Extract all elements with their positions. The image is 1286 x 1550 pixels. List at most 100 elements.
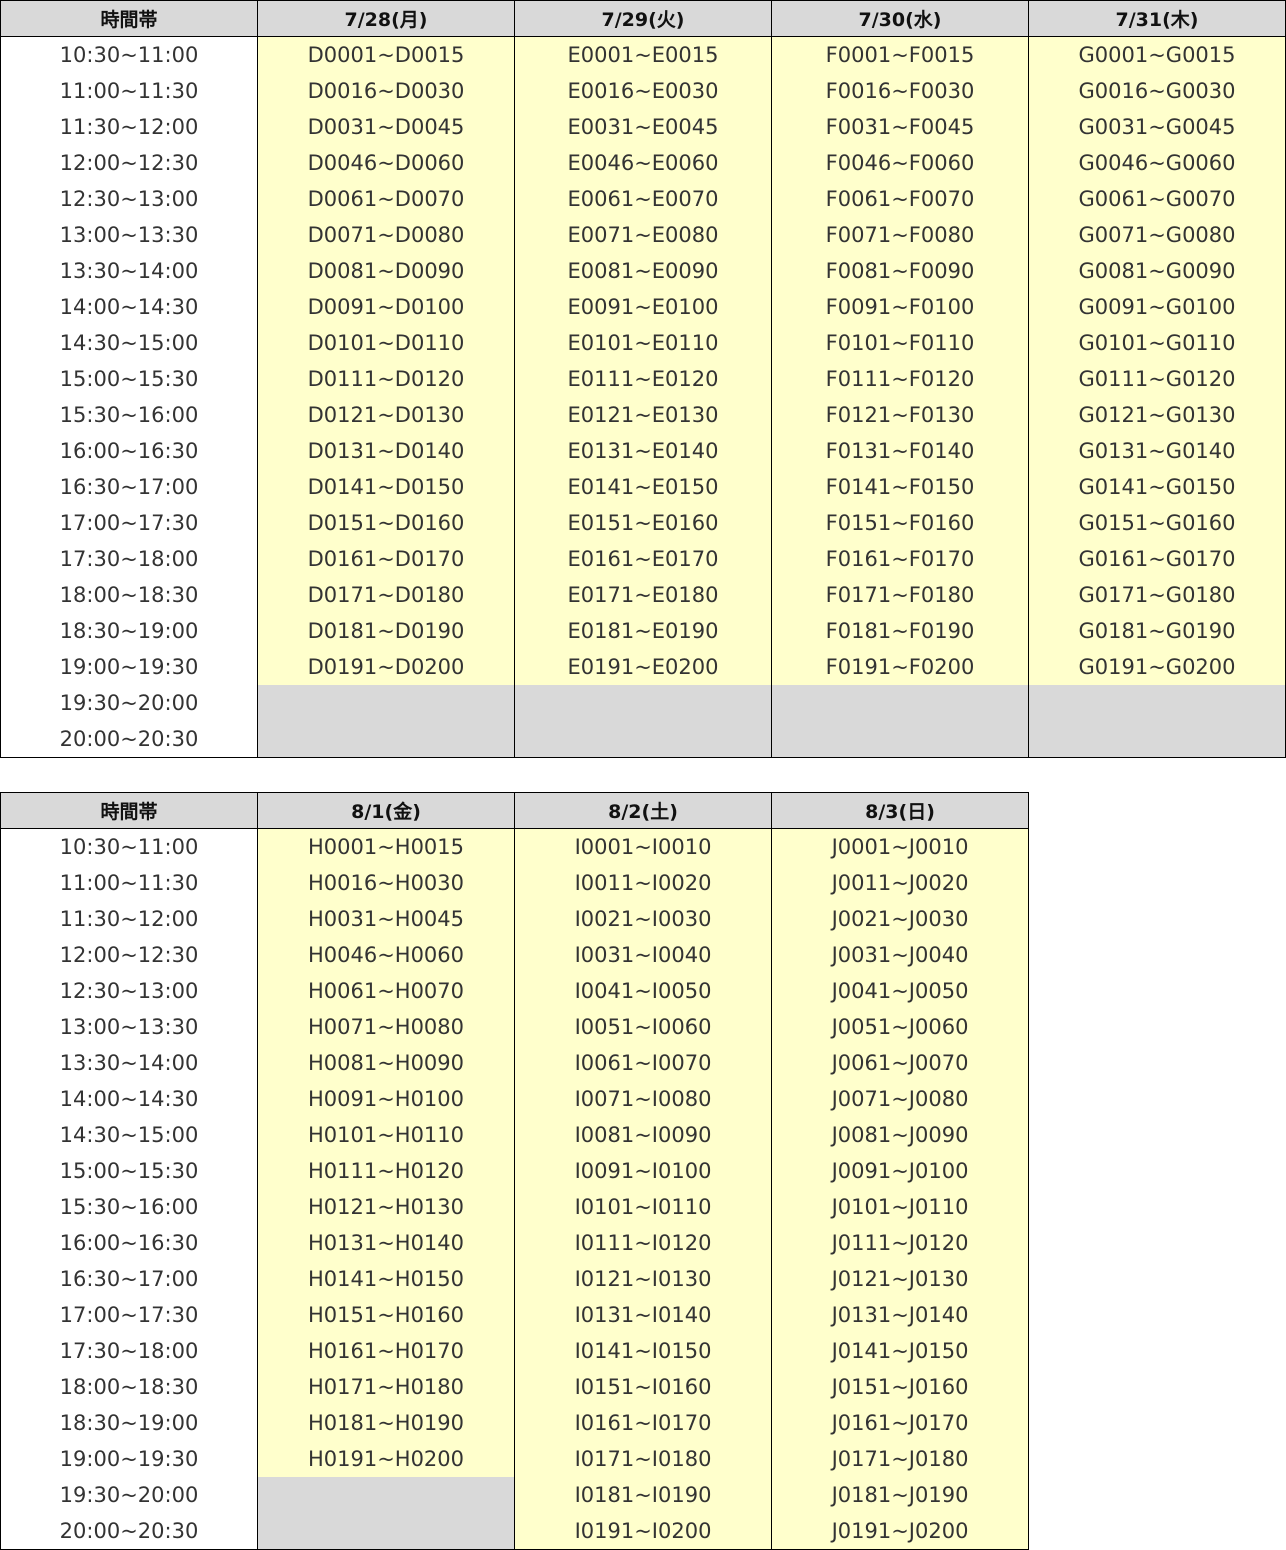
number-range-cell: F0091~F0100	[771, 289, 1029, 325]
number-range-cell: E0001~E0015	[514, 36, 772, 73]
time-slot-cell: 19:00~19:30	[0, 1441, 258, 1477]
number-range-cell: D0061~D0070	[257, 181, 515, 217]
number-range-cell: J0191~J0200	[771, 1513, 1029, 1550]
number-range-cell: F0141~F0150	[771, 469, 1029, 505]
number-range-cell: E0191~E0200	[514, 649, 772, 685]
table-row: 12:30~13:00 H0061~H0070 I0041~I0050 J0041~J…	[0, 973, 1029, 1009]
date-column-header: 7/31(木)	[1028, 0, 1286, 37]
number-range-cell: I0071~I0080	[514, 1081, 772, 1117]
number-range-cell: I0151~I0160	[514, 1369, 772, 1405]
table-row: 20:00~20:30	[0, 721, 1286, 758]
table-row: 17:30~18:00 H0161~H0170 I0141~I0150 J0141~J…	[0, 1333, 1029, 1369]
number-range-cell: F0191~F0200	[771, 649, 1029, 685]
number-range-cell: G0031~G0045	[1028, 109, 1286, 145]
number-range-cell: H0111~H0120	[257, 1153, 515, 1189]
time-slot-cell: 11:00~11:30	[0, 73, 258, 109]
number-range-cell: D0091~D0100	[257, 289, 515, 325]
date-column-header: 8/1(金)	[257, 792, 515, 829]
number-range-cell: E0121~E0130	[514, 397, 772, 433]
table-row: 13:30~14:00 H0081~H0090 I0061~I0070 J0061~J…	[0, 1045, 1029, 1081]
empty-cell	[1028, 685, 1286, 721]
table-row: 15:30~16:00 D0121~D0130 E0121~E0130 F0121~F…	[0, 397, 1286, 433]
number-range-cell: G0161~G0170	[1028, 541, 1286, 577]
number-range-cell: H0171~H0180	[257, 1369, 515, 1405]
time-slot-cell: 14:30~15:00	[0, 1117, 258, 1153]
number-range-cell: G0131~G0140	[1028, 433, 1286, 469]
number-range-cell: E0141~E0150	[514, 469, 772, 505]
number-range-cell: I0131~I0140	[514, 1297, 772, 1333]
table-row: 14:30~15:00 H0101~H0110 I0081~I0090 J0081~J…	[0, 1117, 1029, 1153]
schedule-table-week2: 時間帯 8/1(金) 8/2(土) 8/3(日) 10:30~11:00 H0001~H…	[0, 792, 1029, 1550]
time-slot-cell: 16:30~17:00	[0, 1261, 258, 1297]
table-row: 17:00~17:30 D0151~D0160 E0151~E0160 F0151~F…	[0, 505, 1286, 541]
number-range-cell: F0121~F0130	[771, 397, 1029, 433]
number-range-cell: G0181~G0190	[1028, 613, 1286, 649]
table-row: 13:00~13:30 D0071~D0080 E0071~E0080 F0071~F…	[0, 217, 1286, 253]
table-row: 18:00~18:30 D0171~D0180 E0171~E0180 F0171~F…	[0, 577, 1286, 613]
number-range-cell: D0191~D0200	[257, 649, 515, 685]
number-range-cell: H0016~H0030	[257, 865, 515, 901]
number-range-cell: F0161~F0170	[771, 541, 1029, 577]
number-range-cell: E0171~E0180	[514, 577, 772, 613]
schedule-table-week1: 時間帯 7/28(月) 7/29(火) 7/30(水) 7/31(木) 10:30~11…	[0, 0, 1286, 758]
time-slot-cell: 15:30~16:00	[0, 397, 258, 433]
number-range-cell: H0071~H0080	[257, 1009, 515, 1045]
table-row: 17:00~17:30 H0151~H0160 I0131~I0140 J0131~J…	[0, 1297, 1029, 1333]
date-column-header: 7/30(水)	[771, 0, 1029, 37]
table-row: 11:30~12:00 H0031~H0045 I0021~I0030 J0021~J…	[0, 901, 1029, 937]
table-row: 18:00~18:30 H0171~H0180 I0151~I0160 J0151~J…	[0, 1369, 1029, 1405]
time-slot-cell: 19:30~20:00	[0, 685, 258, 721]
number-range-cell: I0001~I0010	[514, 828, 772, 865]
date-column-header: 8/2(土)	[514, 792, 772, 829]
number-range-cell: J0111~J0120	[771, 1225, 1029, 1261]
number-range-cell: H0181~H0190	[257, 1405, 515, 1441]
number-range-cell: J0051~J0060	[771, 1009, 1029, 1045]
number-range-cell: H0061~H0070	[257, 973, 515, 1009]
time-slot-cell: 20:00~20:30	[0, 721, 258, 758]
number-range-cell: G0081~G0090	[1028, 253, 1286, 289]
date-column-header: 8/3(日)	[771, 792, 1029, 829]
time-slot-cell: 18:00~18:30	[0, 577, 258, 613]
header-row: 時間帯 7/28(月) 7/29(火) 7/30(水) 7/31(木)	[0, 0, 1286, 37]
table-row: 14:00~14:30 D0091~D0100 E0091~E0100 F0091~F…	[0, 289, 1286, 325]
number-range-cell: G0101~G0110	[1028, 325, 1286, 361]
table-row: 16:00~16:30 H0131~H0140 I0111~I0120 J0111~J…	[0, 1225, 1029, 1261]
empty-cell	[257, 685, 515, 721]
number-range-cell: E0061~E0070	[514, 181, 772, 217]
number-range-cell: G0091~G0100	[1028, 289, 1286, 325]
empty-cell	[257, 721, 515, 758]
number-range-cell: D0111~D0120	[257, 361, 515, 397]
number-range-cell: G0151~G0160	[1028, 505, 1286, 541]
time-slot-cell: 20:00~20:30	[0, 1513, 258, 1550]
table-row: 20:00~20:30 I0191~I0200 J0191~J0200	[0, 1513, 1029, 1550]
number-range-cell: F0081~F0090	[771, 253, 1029, 289]
table-row: 19:30~20:00	[0, 685, 1286, 721]
empty-cell	[257, 1477, 515, 1513]
number-range-cell: D0001~D0015	[257, 36, 515, 73]
number-range-cell: J0151~J0160	[771, 1369, 1029, 1405]
time-slot-cell: 13:30~14:00	[0, 253, 258, 289]
empty-cell	[771, 685, 1029, 721]
number-range-cell: D0141~D0150	[257, 469, 515, 505]
empty-cell	[514, 685, 772, 721]
number-range-cell: F0181~F0190	[771, 613, 1029, 649]
time-slot-cell: 17:30~18:00	[0, 541, 258, 577]
table-row: 16:30~17:00 D0141~D0150 E0141~E0150 F0141~F…	[0, 469, 1286, 505]
number-range-cell: E0181~E0190	[514, 613, 772, 649]
number-range-cell: J0021~J0030	[771, 901, 1029, 937]
time-slot-cell: 17:00~17:30	[0, 505, 258, 541]
number-range-cell: H0161~H0170	[257, 1333, 515, 1369]
time-slot-cell: 11:30~12:00	[0, 901, 258, 937]
table-row: 15:00~15:30 D0111~D0120 E0111~E0120 F0111~F…	[0, 361, 1286, 397]
time-slot-cell: 12:00~12:30	[0, 937, 258, 973]
number-range-cell: I0111~I0120	[514, 1225, 772, 1261]
table-row: 19:00~19:30 H0191~H0200 I0171~I0180 J0171~J…	[0, 1441, 1029, 1477]
number-range-cell: J0171~J0180	[771, 1441, 1029, 1477]
time-slot-header: 時間帯	[0, 792, 258, 829]
number-range-cell: G0111~G0120	[1028, 361, 1286, 397]
time-slot-cell: 13:00~13:30	[0, 217, 258, 253]
number-range-cell: D0181~D0190	[257, 613, 515, 649]
table-row: 12:00~12:30 D0046~D0060 E0046~E0060 F0046~F…	[0, 145, 1286, 181]
number-range-cell: E0111~E0120	[514, 361, 772, 397]
number-range-cell: J0061~J0070	[771, 1045, 1029, 1081]
